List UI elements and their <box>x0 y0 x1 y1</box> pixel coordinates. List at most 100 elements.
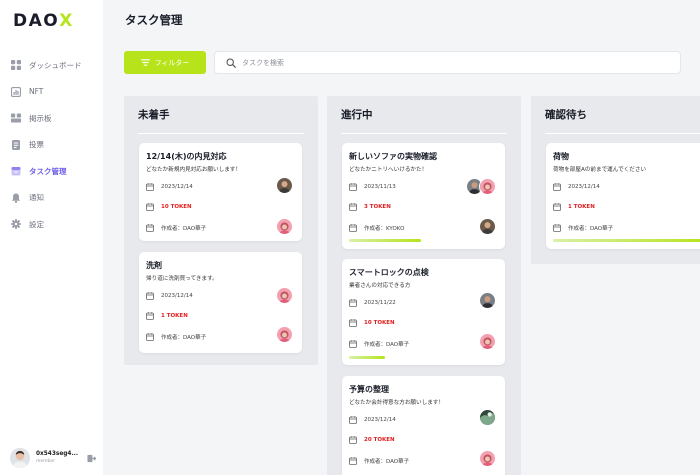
card-author-row: 作成者：DAO華子 <box>146 222 206 234</box>
card-date-row: 2023/11/13 <box>349 181 396 193</box>
card-date: 2023/12/14 <box>568 184 600 190</box>
card-description: どなたか新規内見対応お願いします！ <box>146 167 241 173</box>
card-date-row: 2023/11/22 <box>349 297 396 309</box>
card-description: 帰り道に洗剤買ってきます。 <box>146 276 218 282</box>
sidebar-item-label: ダッシュボード <box>29 60 82 70</box>
calendar-icon <box>349 183 357 191</box>
task-card[interactable]: スマートロックの点検 業者さんの対応できる方 2023/11/22 10 TOK… <box>342 259 505 365</box>
column-title: 未着手 <box>138 109 170 121</box>
column-divider <box>545 133 700 134</box>
card-date: 2023/11/22 <box>364 300 396 306</box>
task-card[interactable]: 荷物 荷物を部屋Aの前まで運んでください 2023/12/14 1 TOKEN … <box>546 143 700 249</box>
calendar-icon <box>349 457 357 465</box>
card-date-row: 2023/12/14 <box>146 290 193 302</box>
search-input[interactable] <box>242 58 662 67</box>
sidebar-item-label: タスク管理 <box>29 166 67 176</box>
task-icon <box>11 166 21 176</box>
card-token: 10 TOKEN <box>161 204 192 210</box>
calendar-icon <box>553 224 561 232</box>
assignee-avatar <box>479 178 496 195</box>
column-title: 進行中 <box>341 109 373 121</box>
card-author: 作成者：DAO華子 <box>568 226 614 232</box>
author-avatar <box>276 218 293 235</box>
card-date-row: 2023/12/14 <box>553 181 600 193</box>
sidebar-item-settings[interactable]: 設定 <box>0 211 103 238</box>
card-date: 2023/12/14 <box>161 293 193 299</box>
nft-icon <box>11 86 21 97</box>
progress-bar <box>553 239 700 242</box>
card-author-row: 作成者：DAO華子 <box>146 331 206 343</box>
calendar-icon <box>146 203 154 211</box>
card-author-row: 作成者：DAO華子 <box>349 338 409 350</box>
card-title: 新しいソファの実物確認 <box>349 152 437 161</box>
card-token-row: 10 TOKEN <box>146 201 192 213</box>
sidebar-item-label: 投票 <box>29 140 44 150</box>
sidebar-item-vote[interactable]: 投票 <box>0 132 103 159</box>
column-divider <box>138 133 304 134</box>
sidebar-item-label: 設定 <box>29 219 44 229</box>
card-date: 2023/12/14 <box>364 417 396 423</box>
assignee-avatar <box>479 292 496 309</box>
logout-icon[interactable] <box>87 454 96 463</box>
calendar-icon <box>553 203 561 211</box>
sidebar-item-dashboard[interactable]: ダッシュボード <box>0 52 103 79</box>
task-card[interactable]: 予算の整理 どなたか会計得意な方お願いします！ 2023/12/14 20 TO… <box>342 376 505 475</box>
task-card[interactable]: 12/14(木)の内見対応 どなたか新規内見対応お願いします！ 2023/12/… <box>139 143 302 241</box>
board-icon <box>11 113 21 123</box>
calendar-icon <box>146 292 154 300</box>
calendar-icon <box>146 312 154 320</box>
author-avatar <box>479 450 496 467</box>
user-role: member <box>36 458 56 464</box>
sidebar-item-notification[interactable]: 通知 <box>0 185 103 212</box>
sidebar: DAO X ダッシュボード NFT 掲示板 投票 タスク管理 通知 設定 0x5… <box>0 0 103 475</box>
card-date-row: 2023/12/14 <box>146 181 193 193</box>
calendar-icon <box>349 319 357 327</box>
card-token-row: 1 TOKEN <box>146 310 188 322</box>
calendar-icon <box>349 416 357 424</box>
sidebar-item-label: 掲示板 <box>29 113 52 123</box>
calendar-icon <box>349 203 357 211</box>
card-description: どなたか会計得意な方お願いします！ <box>349 400 444 406</box>
card-token: 20 TOKEN <box>364 437 395 443</box>
assignee-avatar <box>276 287 293 304</box>
card-author: 作成者：DAO華子 <box>161 226 207 232</box>
column-todo: 未着手 12/14(木)の内見対応 どなたか新規内見対応お願いします！ 2023… <box>124 96 318 365</box>
column-title: 確認待ち <box>545 109 587 121</box>
app-logo[interactable]: DAO X <box>13 11 74 31</box>
vote-icon <box>11 139 21 150</box>
card-token-row: 20 TOKEN <box>349 434 395 446</box>
card-title: 予算の整理 <box>349 385 389 394</box>
calendar-icon <box>553 183 561 191</box>
sidebar-nav: ダッシュボード NFT 掲示板 投票 タスク管理 通知 設定 <box>0 52 103 238</box>
assignee-avatar <box>479 409 496 426</box>
assignee-avatar <box>276 177 293 194</box>
task-card[interactable]: 新しいソファの実物確認 どなたかニトリへいけるかた！ 2023/11/13 3 … <box>342 143 505 249</box>
card-description: どなたかニトリへいけるかた！ <box>349 167 428 173</box>
card-author: 作成者：DAO華子 <box>161 335 207 341</box>
sidebar-item-board[interactable]: 掲示板 <box>0 105 103 132</box>
card-date-row: 2023/12/14 <box>349 414 396 426</box>
search-icon <box>226 57 236 68</box>
card-description: 業者さんの対応できる方 <box>349 283 411 289</box>
user-info: 0x543seg4... member <box>36 451 85 464</box>
calendar-icon <box>349 299 357 307</box>
calendar-icon <box>349 340 357 348</box>
card-author-row: 作成者：DAO華子 <box>553 222 613 234</box>
sidebar-item-task[interactable]: タスク管理 <box>0 158 103 185</box>
card-token: 3 TOKEN <box>364 204 391 210</box>
bell-icon <box>11 193 21 203</box>
card-token-row: 3 TOKEN <box>349 201 391 213</box>
search-bar[interactable] <box>214 51 681 74</box>
calendar-icon <box>349 436 357 444</box>
sidebar-item-nft[interactable]: NFT <box>0 79 103 106</box>
filter-button[interactable]: フィルター <box>124 51 206 74</box>
calendar-icon <box>146 333 154 341</box>
task-card[interactable]: 洗剤 帰り道に洗剤買ってきます。 2023/12/14 1 TOKEN 作成者：… <box>139 252 302 353</box>
calendar-icon <box>146 224 154 232</box>
column-awaiting-review: 確認待ち 荷物 荷物を部屋Aの前まで運んでください 2023/12/14 1 T… <box>531 96 700 264</box>
column-divider <box>341 133 507 134</box>
user-profile[interactable]: 0x543seg4... member <box>10 446 96 470</box>
card-author: 作成者：DAO華子 <box>364 459 410 465</box>
card-title: 12/14(木)の内見対応 <box>146 152 227 161</box>
card-date: 2023/12/14 <box>161 184 193 190</box>
